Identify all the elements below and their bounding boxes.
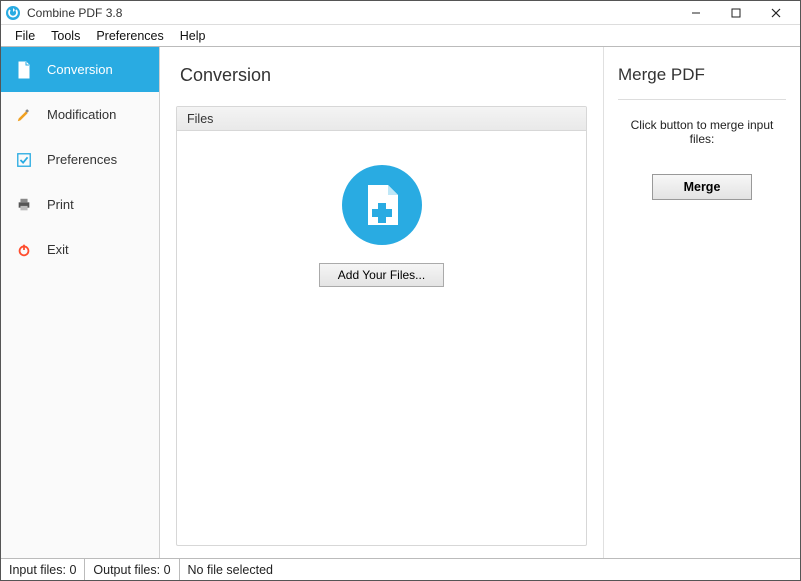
sidebar-item-label: Preferences — [47, 152, 117, 167]
menu-help[interactable]: Help — [172, 27, 214, 45]
sidebar-item-label: Print — [47, 197, 74, 212]
close-button[interactable] — [756, 2, 796, 24]
sidebar-item-modification[interactable]: Modification — [1, 92, 159, 137]
sidebar-item-print[interactable]: Print — [1, 182, 159, 227]
app-icon — [5, 5, 21, 21]
document-icon — [15, 61, 33, 79]
sidebar: Conversion Modification Preferences Prin… — [1, 47, 160, 558]
merge-button[interactable]: Merge — [652, 174, 752, 200]
files-column-header: Files — [177, 107, 586, 131]
printer-icon — [15, 196, 33, 214]
sidebar-item-label: Conversion — [47, 62, 113, 77]
power-icon — [15, 241, 33, 259]
sidebar-item-conversion[interactable]: Conversion — [1, 47, 159, 92]
files-panel: Files Add Your Files... — [176, 106, 587, 546]
status-input-files: Input files: 0 — [1, 559, 85, 580]
checkbox-icon — [15, 151, 33, 169]
status-selection: No file selected — [180, 559, 800, 580]
maximize-button[interactable] — [716, 2, 756, 24]
sidebar-item-label: Exit — [47, 242, 69, 257]
add-file-icon — [342, 165, 422, 245]
minimize-button[interactable] — [676, 2, 716, 24]
menu-tools[interactable]: Tools — [43, 27, 88, 45]
status-output-files: Output files: 0 — [85, 559, 179, 580]
merge-hint: Click button to merge input files: — [618, 118, 786, 146]
menu-preferences[interactable]: Preferences — [88, 27, 171, 45]
sidebar-item-preferences[interactable]: Preferences — [1, 137, 159, 182]
page-title: Conversion — [176, 65, 587, 86]
add-files-button[interactable]: Add Your Files... — [319, 263, 444, 287]
divider — [618, 99, 786, 100]
window-title: Combine PDF 3.8 — [27, 6, 676, 20]
menu-file[interactable]: File — [7, 27, 43, 45]
pencil-icon — [15, 106, 33, 124]
sidebar-item-label: Modification — [47, 107, 116, 122]
right-panel-title: Merge PDF — [618, 65, 786, 85]
sidebar-item-exit[interactable]: Exit — [1, 227, 159, 272]
